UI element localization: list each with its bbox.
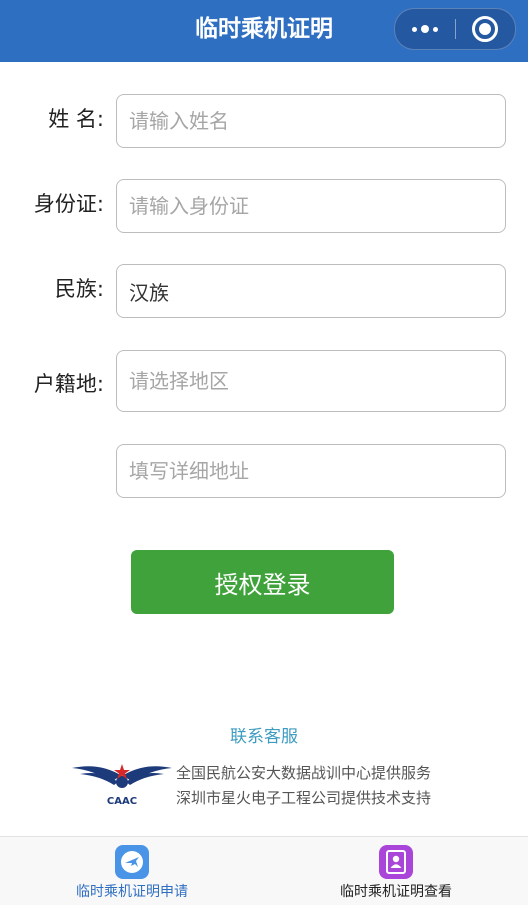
more-menu-button[interactable]: [395, 9, 455, 49]
ethnicity-label: 民族:: [54, 277, 104, 301]
address-input[interactable]: [116, 444, 506, 498]
more-dots-icon: [433, 27, 438, 32]
name-input[interactable]: [116, 94, 506, 148]
tab-apply[interactable]: 临时乘机证明申请: [0, 837, 264, 905]
contact-support-link[interactable]: 联系客服: [0, 722, 528, 747]
tab-apply-label: 临时乘机证明申请: [76, 884, 188, 900]
target-close-icon-core: [479, 23, 491, 35]
name-label: 姓 名:: [48, 107, 104, 131]
id-card-input[interactable]: [116, 179, 506, 233]
tab-view[interactable]: 临时乘机证明查看: [264, 837, 528, 905]
region-select[interactable]: [116, 350, 506, 412]
tech-support-text: 深圳市星火电子工程公司提供技术支持: [176, 789, 432, 807]
bottom-tab-bar: 临时乘机证明申请 临时乘机证明查看: [0, 836, 528, 905]
close-miniprogram-button[interactable]: [455, 9, 515, 49]
airplane-icon: [115, 845, 149, 879]
service-provider-text: 全国民航公安大数据战训中心提供服务: [176, 764, 432, 782]
id-card-label: 身份证:: [33, 192, 104, 216]
ethnicity-input[interactable]: [116, 264, 506, 318]
more-dots-icon: [421, 25, 429, 33]
authorize-login-button[interactable]: 授权登录: [131, 550, 394, 614]
caac-logo-text: CAAC: [107, 796, 137, 807]
more-dots-icon: [412, 27, 417, 32]
miniprogram-capsule: [394, 8, 516, 50]
caac-logo: CAAC: [72, 764, 172, 807]
app-header: 临时乘机证明: [0, 0, 528, 62]
tab-view-label: 临时乘机证明查看: [340, 884, 452, 900]
domicile-label: 户籍地:: [33, 372, 104, 396]
person-card-icon: [379, 845, 413, 879]
